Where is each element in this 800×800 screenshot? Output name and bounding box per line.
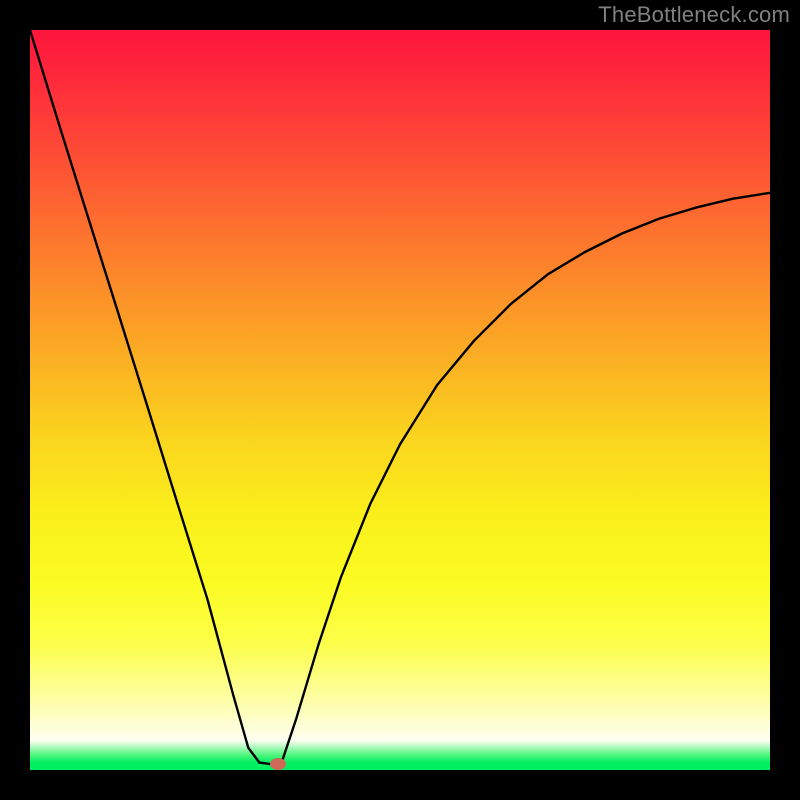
- bottleneck-curve: [30, 30, 770, 770]
- optimal-point-marker: [270, 758, 286, 770]
- watermark-text: TheBottleneck.com: [598, 2, 790, 28]
- plot-area: [30, 30, 770, 770]
- chart-frame: TheBottleneck.com: [0, 0, 800, 800]
